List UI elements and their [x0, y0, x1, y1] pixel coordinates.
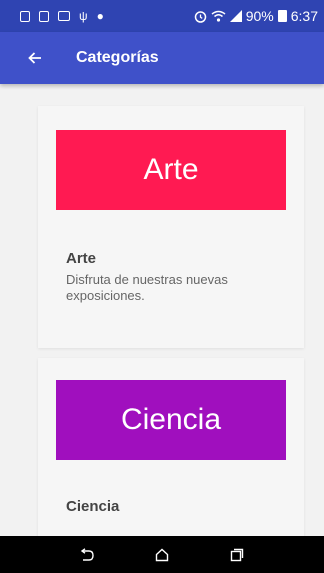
category-title: Ciencia — [66, 498, 120, 515]
gallery-icon — [58, 11, 70, 21]
back-arrow-icon — [28, 52, 41, 64]
status-notifications: ψ ● — [20, 10, 104, 22]
app-bar: Categorías — [0, 32, 324, 84]
status-system: 90% 6:37 — [194, 8, 318, 24]
usb-icon: ψ — [79, 9, 88, 23]
back-button[interactable] — [0, 32, 60, 84]
home-icon — [155, 548, 169, 561]
wifi-icon — [211, 10, 226, 22]
alarm-icon — [194, 10, 206, 23]
back-icon — [81, 547, 95, 561]
notification-icon — [39, 10, 49, 22]
category-banner[interactable]: Arte — [56, 130, 286, 210]
category-card-ciencia[interactable]: Ciencia Ciencia — [38, 358, 304, 536]
status-bar: ψ ● 90% 6:37 — [0, 0, 324, 32]
category-list[interactable]: Arte Arte Disfruta de nuestras nuevas ex… — [0, 84, 324, 536]
signal-icon — [229, 10, 242, 22]
category-banner[interactable]: Ciencia — [56, 380, 286, 460]
page-title: Categorías — [76, 49, 159, 66]
category-title: Arte — [66, 250, 97, 267]
nav-recents-button[interactable] — [225, 543, 249, 567]
recents-icon — [230, 548, 243, 561]
category-description: Disfruta de nuestras nuevas exposiciones… — [66, 272, 228, 303]
battery-percent: 90% — [245, 8, 274, 24]
navigation-bar — [0, 536, 324, 573]
nav-home-button[interactable] — [150, 543, 174, 567]
notification-icon — [20, 10, 30, 22]
status-time: 6:37 — [290, 8, 318, 24]
battery-icon — [277, 10, 287, 22]
category-card-arte[interactable]: Arte Arte Disfruta de nuestras nuevas ex… — [38, 106, 304, 348]
nav-back-button[interactable] — [75, 543, 99, 567]
android-icon: ● — [96, 9, 104, 23]
